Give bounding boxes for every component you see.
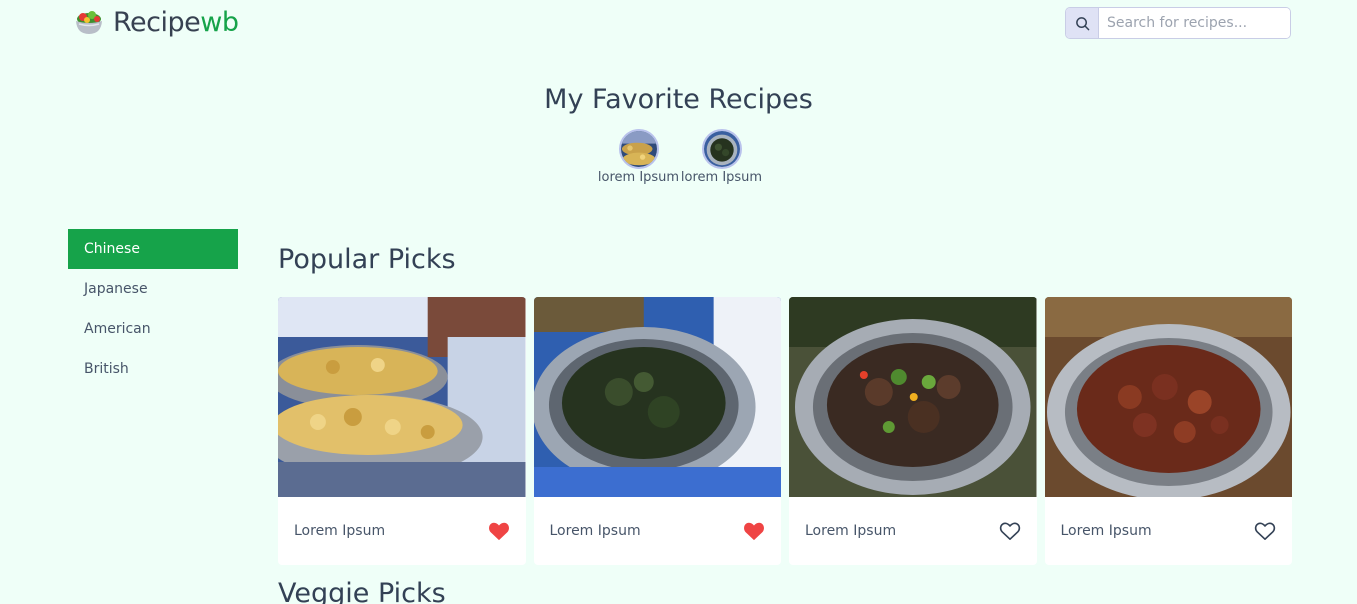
recipe-card[interactable]: Lorem Ipsum bbox=[278, 297, 526, 565]
roasted-potatoes-photo bbox=[278, 297, 526, 497]
sidebar-item-british[interactable]: British bbox=[68, 349, 238, 389]
favorite-item[interactable]: lorem Ipsum bbox=[680, 129, 763, 185]
search-input[interactable] bbox=[1099, 8, 1290, 38]
logo[interactable]: Recipewb bbox=[73, 6, 239, 38]
salad-bowl-icon bbox=[76, 11, 102, 34]
sausage-chunks-photo bbox=[1044, 297, 1292, 497]
favorite-label: lorem Ipsum bbox=[597, 170, 680, 185]
heart-outline-icon[interactable] bbox=[1254, 521, 1276, 541]
greens-dish-thumbnail bbox=[701, 129, 742, 169]
recipe-card[interactable]: Lorem Ipsum bbox=[1044, 297, 1292, 565]
popular-picks-cards: Lorem Ipsum Lorem Ipsum Lorem Ipsum Lore… bbox=[278, 297, 1292, 565]
heart-outline-icon[interactable] bbox=[999, 521, 1021, 541]
potato-dish-thumbnail bbox=[618, 129, 659, 169]
category-sidebar: Chinese Japanese American British bbox=[68, 229, 238, 389]
favorite-item[interactable]: lorem Ipsum bbox=[597, 129, 680, 185]
favorite-label: lorem Ipsum bbox=[680, 170, 763, 185]
recipe-name: Lorem Ipsum bbox=[549, 523, 641, 539]
veggie-picks-title: Veggie Picks bbox=[278, 578, 446, 604]
recipe-name: Lorem Ipsum bbox=[294, 523, 386, 539]
sidebar-item-japanese[interactable]: Japanese bbox=[68, 269, 238, 309]
favorites-title: My Favorite Recipes bbox=[544, 84, 813, 115]
recipe-card[interactable]: Lorem Ipsum bbox=[789, 297, 1037, 565]
favorites-list: lorem Ipsum lorem Ipsum bbox=[597, 129, 763, 185]
sidebar-item-american[interactable]: American bbox=[68, 309, 238, 349]
heart-filled-icon[interactable] bbox=[743, 521, 765, 541]
heart-filled-icon[interactable] bbox=[488, 521, 510, 541]
search-icon bbox=[1075, 16, 1089, 30]
recipe-name: Lorem Ipsum bbox=[1060, 523, 1152, 539]
recipe-name: Lorem Ipsum bbox=[805, 523, 897, 539]
sauteed-greens-photo bbox=[533, 297, 781, 497]
sidebar-item-chinese[interactable]: Chinese bbox=[68, 229, 238, 269]
search-button[interactable] bbox=[1066, 8, 1099, 38]
search-box bbox=[1065, 7, 1291, 39]
logo-text: Recipewb bbox=[113, 6, 239, 38]
popular-picks-title: Popular Picks bbox=[278, 244, 456, 275]
recipe-card[interactable]: Lorem Ipsum bbox=[533, 297, 781, 565]
grilled-meat-photo bbox=[789, 297, 1037, 497]
